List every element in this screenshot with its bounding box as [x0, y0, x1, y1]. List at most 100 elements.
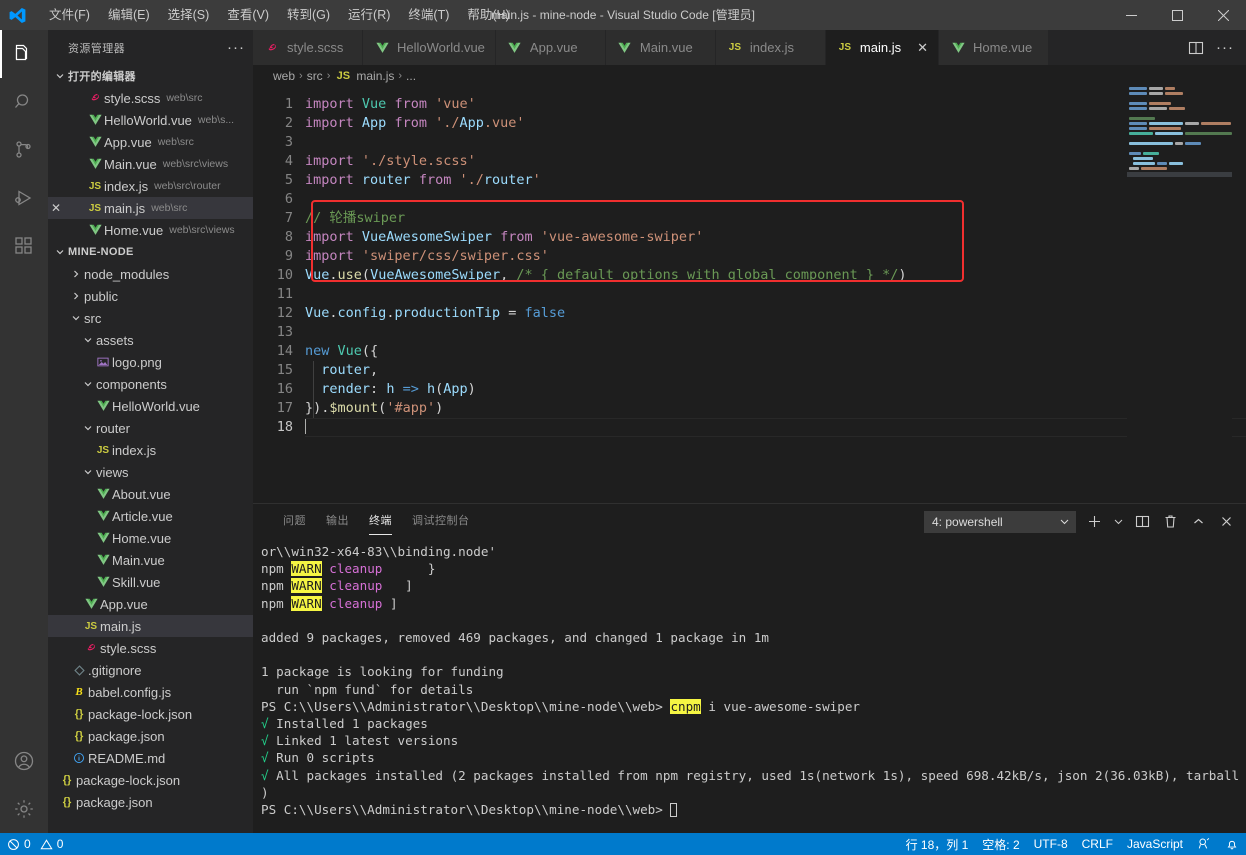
- split-terminal-icon[interactable]: [1132, 512, 1152, 532]
- new-terminal-icon[interactable]: [1084, 512, 1104, 532]
- chevron-right-icon[interactable]: [68, 291, 84, 301]
- maximize-panel-icon[interactable]: [1188, 512, 1208, 532]
- sidebar-more-icon[interactable]: ···: [227, 39, 245, 56]
- editor-more-icon[interactable]: ···: [1216, 39, 1234, 56]
- status-eol[interactable]: CRLF: [1075, 833, 1120, 855]
- status-language-mode[interactable]: JavaScript: [1120, 833, 1190, 855]
- breadcrumb-item-file[interactable]: main.js: [356, 69, 394, 83]
- activity-account-icon[interactable]: [0, 737, 48, 785]
- activity-search-icon[interactable]: [0, 78, 48, 126]
- code-content[interactable]: import Vue from 'vue' import App from './…: [305, 87, 1246, 503]
- editor-scrollbar[interactable]: [1232, 87, 1246, 503]
- activity-run-debug-icon[interactable]: [0, 174, 48, 222]
- panel-tab-problems[interactable]: 问题: [273, 504, 316, 539]
- status-cursor-position[interactable]: 行 18，列 1: [899, 833, 976, 855]
- open-editor-item[interactable]: Home.vue web\src\views: [48, 219, 253, 241]
- open-editor-item[interactable]: HelloWorld.vue web\s...: [48, 109, 253, 131]
- open-editors-section-header[interactable]: 打开的编辑器: [48, 65, 253, 87]
- tree-item[interactable]: Bbabel.config.js: [48, 681, 253, 703]
- code-editor[interactable]: 1 2 3 4 5 6 7 8 9 10 11 12 13 14 15 16 17 18 import Vue f…: [253, 87, 1246, 503]
- split-editor-icon[interactable]: [1188, 40, 1204, 56]
- panel-tab-terminal[interactable]: 终端: [359, 504, 402, 539]
- tree-item[interactable]: public: [48, 285, 253, 307]
- tree-item[interactable]: src: [48, 307, 253, 329]
- tree-item[interactable]: views: [48, 461, 253, 483]
- kill-terminal-icon[interactable]: [1160, 512, 1180, 532]
- maximize-button[interactable]: [1154, 0, 1200, 30]
- menu-terminal[interactable]: 终端(T): [399, 2, 458, 28]
- vue-file-icon: [94, 400, 112, 412]
- breadcrumb-item-web[interactable]: web: [273, 69, 295, 83]
- tree-item[interactable]: assets: [48, 329, 253, 351]
- tree-item[interactable]: README.md: [48, 747, 253, 769]
- editor-tab[interactable]: JS main.js ✕: [825, 30, 940, 65]
- tree-item[interactable]: Home.vue: [48, 527, 253, 549]
- editor-tab[interactable]: App.vue: [495, 30, 606, 65]
- chevron-down-icon[interactable]: [80, 467, 96, 477]
- menu-selection[interactable]: 选择(S): [159, 2, 219, 28]
- chevron-down-icon[interactable]: [80, 335, 96, 345]
- editor-tab[interactable]: HelloWorld.vue: [363, 30, 496, 65]
- terminal-output[interactable]: or\\win32-x64-83\\binding.node' npm WARN …: [253, 539, 1246, 833]
- menu-help[interactable]: 帮助(H): [458, 2, 518, 28]
- menu-go[interactable]: 转到(G): [278, 2, 339, 28]
- tree-item[interactable]: Main.vue: [48, 549, 253, 571]
- status-problems[interactable]: 0 0: [0, 833, 70, 855]
- menu-edit[interactable]: 编辑(E): [99, 2, 159, 28]
- tree-item[interactable]: {} package-lock.json: [48, 703, 253, 725]
- editor-tab[interactable]: Main.vue: [605, 30, 716, 65]
- tree-item[interactable]: components: [48, 373, 253, 395]
- feedback-icon[interactable]: [1190, 833, 1218, 855]
- activity-explorer-icon[interactable]: [0, 30, 48, 78]
- tree-item[interactable]: logo.png: [48, 351, 253, 373]
- tree-item[interactable]: Skill.vue: [48, 571, 253, 593]
- status-encoding[interactable]: UTF-8: [1027, 833, 1075, 855]
- project-section-header[interactable]: MINE-NODE: [48, 241, 253, 263]
- open-editor-item[interactable]: style.scss web\src: [48, 87, 253, 109]
- chevron-right-icon[interactable]: [68, 269, 84, 279]
- status-indentation[interactable]: 空格: 2: [975, 833, 1026, 855]
- editor-tab[interactable]: Home.vue: [939, 30, 1050, 65]
- bell-icon[interactable]: [1218, 833, 1246, 855]
- tree-item[interactable]: {} package-lock.json: [48, 769, 253, 791]
- tree-item[interactable]: {} package.json: [48, 791, 253, 813]
- breadcrumb-item-symbols[interactable]: ...: [406, 69, 416, 83]
- panel-tab-output[interactable]: 输出: [316, 504, 359, 539]
- tree-item[interactable]: {} package.json: [48, 725, 253, 747]
- tree-item[interactable]: .gitignore: [48, 659, 253, 681]
- tree-item[interactable]: About.vue: [48, 483, 253, 505]
- open-editor-item[interactable]: Main.vue web\src\views: [48, 153, 253, 175]
- open-editor-item[interactable]: App.vue web\src: [48, 131, 253, 153]
- chevron-down-icon[interactable]: [68, 313, 84, 323]
- menu-view[interactable]: 查看(V): [218, 2, 278, 28]
- close-icon[interactable]: ✕: [48, 201, 64, 215]
- tree-item[interactable]: router: [48, 417, 253, 439]
- minimap[interactable]: [1127, 87, 1232, 503]
- activity-source-control-icon[interactable]: [0, 126, 48, 174]
- editor-tab[interactable]: JS index.js: [715, 30, 826, 65]
- close-icon[interactable]: ✕: [917, 40, 928, 56]
- chevron-down-icon[interactable]: [80, 379, 96, 389]
- tree-item[interactable]: JS index.js: [48, 439, 253, 461]
- menu-run[interactable]: 运行(R): [339, 2, 399, 28]
- activity-extensions-icon[interactable]: [0, 222, 48, 270]
- panel-tab-debug-console[interactable]: 调试控制台: [402, 504, 480, 539]
- open-editor-item[interactable]: ✕ JS main.js web\src: [48, 197, 253, 219]
- tree-item[interactable]: JS main.js: [48, 615, 253, 637]
- minimize-button[interactable]: [1108, 0, 1154, 30]
- menu-file[interactable]: 文件(F): [40, 2, 99, 28]
- tree-item[interactable]: style.scss: [48, 637, 253, 659]
- editor-tab[interactable]: style.scss: [253, 30, 363, 65]
- terminal-selector[interactable]: 4: powershell: [924, 510, 1076, 533]
- tree-item[interactable]: HelloWorld.vue: [48, 395, 253, 417]
- close-button[interactable]: [1200, 0, 1246, 30]
- breadcrumb-item-src[interactable]: src: [307, 69, 323, 83]
- open-editor-item[interactable]: JS index.js web\src\router: [48, 175, 253, 197]
- tree-item[interactable]: node_modules: [48, 263, 253, 285]
- tree-item[interactable]: App.vue: [48, 593, 253, 615]
- terminal-dropdown-icon[interactable]: [1112, 512, 1124, 532]
- activity-settings-gear-icon[interactable]: [0, 785, 48, 833]
- tree-item[interactable]: Article.vue: [48, 505, 253, 527]
- close-panel-icon[interactable]: [1216, 512, 1236, 532]
- chevron-down-icon[interactable]: [80, 423, 96, 433]
